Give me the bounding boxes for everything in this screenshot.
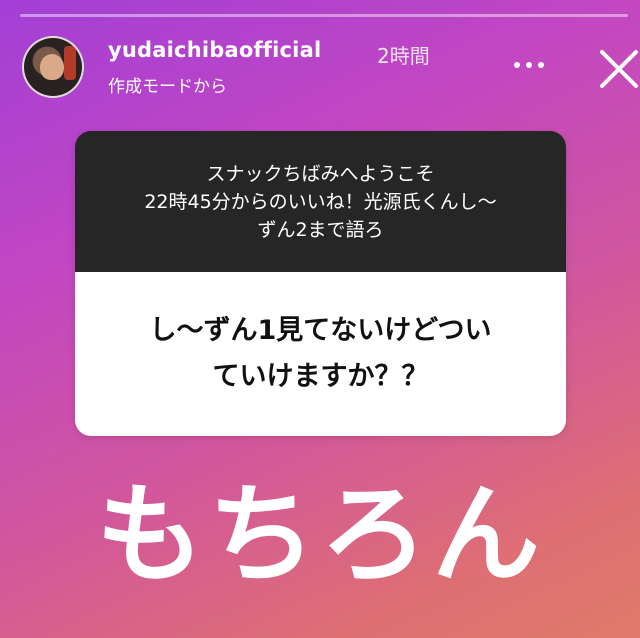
more-dots-icon [526,62,532,68]
more-options-button[interactable] [504,50,554,80]
close-icon [600,50,638,88]
progress-segment [20,14,628,17]
question-text: し〜ずん1見てないけどつい ていけますか？？ [75,272,566,436]
question-line: し〜ずん1見てないけどつい [149,315,492,346]
prompt-line: スナックちばみへようこそ [206,162,435,185]
more-dots-icon [538,62,544,68]
prompt-line: ずん2まで語ろ [257,218,384,241]
avatar-face [40,54,64,80]
prompt-line: 22時45分からのいいね！光源氏くんし〜 [144,190,497,213]
profile-avatar[interactable] [22,36,84,98]
post-time: 2時間 [377,44,430,68]
question-prompt: スナックちばみへようこそ 22時45分からのいいね！光源氏くんし〜 ずん2まで語… [75,131,566,272]
story-subtitle: 作成モードから [108,77,227,97]
question-sticker: スナックちばみへようこそ 22時45分からのいいね！光源氏くんし〜 ずん2まで語… [75,131,566,436]
question-line: ていけますか？？ [212,361,429,392]
username[interactable]: yudaichibaofficial [108,38,321,62]
more-dots-icon [514,62,520,68]
answer-text: もちろん [95,473,544,598]
story-progress-bar [20,14,628,17]
close-button[interactable] [596,46,640,92]
story-header: yudaichibaofficial 2時間 作成モードから [20,32,638,102]
avatar-lantern [64,46,76,80]
